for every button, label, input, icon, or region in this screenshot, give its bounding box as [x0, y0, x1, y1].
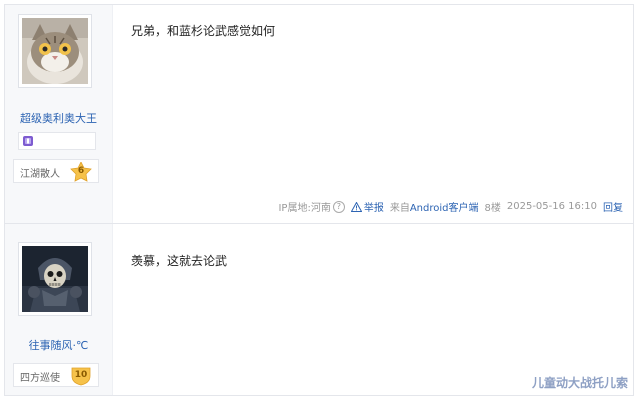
post-floor-8: 超级奥利奥大王 江湖散人 6 兄弟，和蓝杉论武感觉如何 IP属地:河南 ? 举报… — [5, 5, 633, 224]
help-icon[interactable]: ? — [332, 200, 345, 213]
skeleton-knight-avatar-icon — [22, 246, 88, 312]
report-button[interactable]: 举报 — [350, 199, 384, 214]
client-link[interactable]: Android客户端 — [410, 199, 479, 214]
warning-icon — [350, 201, 362, 212]
author-sidebar: 往事随风·℃ 四方巡使 10 — [5, 224, 113, 395]
report-label: 举报 — [363, 203, 384, 214]
user-level: 四方巡使 10 — [13, 363, 99, 387]
level-badge: 6 — [70, 161, 92, 182]
author-sidebar: 超级奥利奥大王 江湖散人 6 — [5, 5, 113, 223]
post-floor-9: 往事随风·℃ 四方巡使 10 羡慕，这就去论武 — [5, 224, 633, 395]
post-time: 2025-05-16 16:10 — [506, 201, 597, 212]
level-badge: 10 — [70, 366, 92, 386]
post-content: 羡慕，这就去论武 — [131, 254, 228, 268]
level-number: 10 — [74, 370, 88, 380]
post-content: 兄弟，和蓝杉论武感觉如何 — [131, 24, 276, 38]
post-tail: IP属地:河南 ? 举报 来自 Android客户端 8楼 2025-05-16… — [278, 199, 623, 214]
level-number: 6 — [77, 166, 85, 176]
avatar[interactable] — [18, 14, 92, 88]
user-level: 江湖散人 6 — [13, 159, 99, 183]
cat-avatar-icon — [22, 18, 88, 84]
watermark: 儿童动大战托儿索 — [531, 376, 628, 390]
level-name: 四方巡使 — [20, 373, 60, 384]
username[interactable]: 超级奥利奥大王 — [5, 110, 112, 126]
avatar[interactable] — [18, 242, 92, 316]
medal-bar — [18, 132, 96, 150]
from-prefix: 来自 — [389, 203, 410, 214]
ip-location: IP属地:河南 — [278, 203, 331, 214]
floor-number: 8楼 — [484, 203, 501, 214]
post-list: 超级奥利奥大王 江湖散人 6 兄弟，和蓝杉论武感觉如何 IP属地:河南 ? 举报… — [4, 4, 634, 396]
username[interactable]: 往事随风·℃ — [5, 337, 112, 353]
medal-icon[interactable] — [22, 135, 34, 147]
level-name: 江湖散人 — [20, 169, 60, 180]
reply-button[interactable]: 回复 — [603, 199, 623, 214]
